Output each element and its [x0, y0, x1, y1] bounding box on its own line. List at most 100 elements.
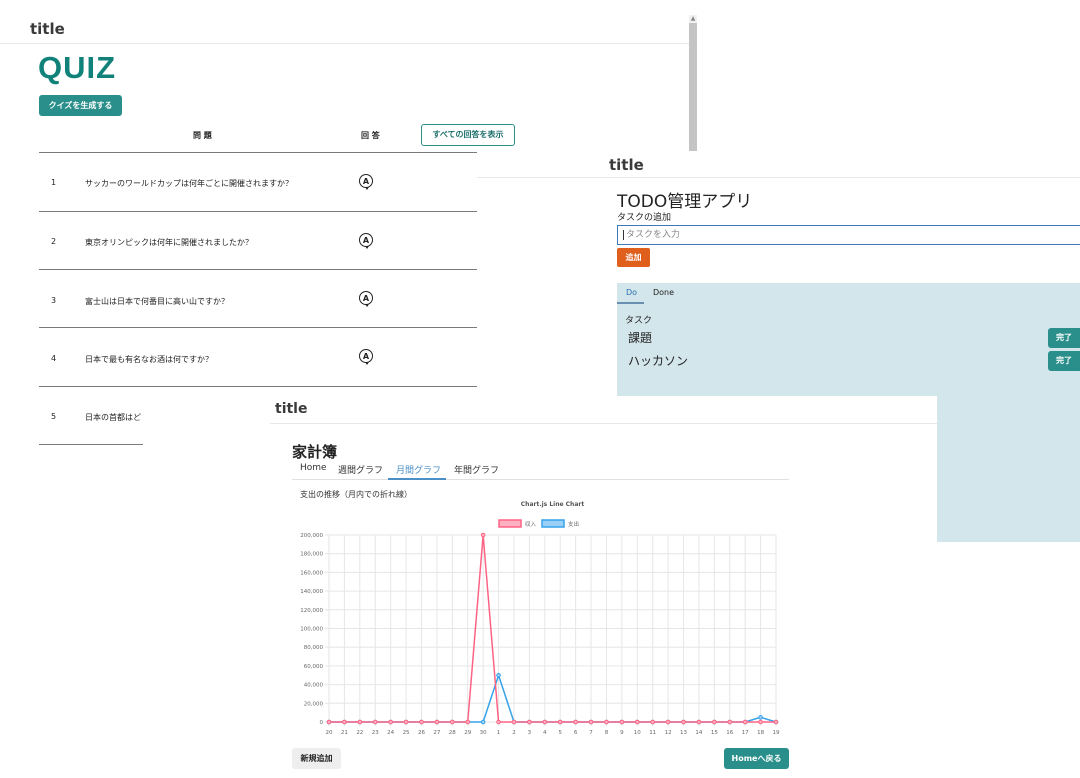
task-list-label: タスク [625, 316, 653, 326]
answer-icon[interactable]: A [359, 233, 373, 249]
x-tick-label: 20 [326, 730, 333, 736]
kakeibo-window: title 家計簿 Home 週間グラフ 月間グラフ 年間グラフ 支出の推移（月… [270, 396, 937, 778]
x-tick-label: 12 [665, 730, 672, 736]
answer-icon[interactable]: A [359, 291, 373, 307]
x-tick-label: 3 [528, 730, 532, 736]
nav-divider [292, 479, 789, 480]
nav-weekly-graph[interactable]: 週間グラフ [338, 463, 383, 476]
scrollbar-thumb[interactable] [689, 23, 697, 151]
header-divider [477, 177, 1080, 178]
y-tick-label: 180,000 [300, 552, 323, 558]
generate-quiz-button[interactable]: クイズを生成する [39, 95, 122, 116]
table-divider [39, 386, 477, 387]
y-tick-label: 140,000 [300, 589, 323, 595]
y-tick-label: 60,000 [304, 664, 324, 670]
task-panel [617, 283, 1080, 396]
answer-icon[interactable]: A [359, 349, 373, 365]
data-point-income [496, 719, 501, 725]
show-all-answers-button[interactable]: すべての回答を表示 [421, 124, 515, 146]
data-point-income [450, 719, 455, 725]
table-divider [39, 327, 477, 328]
y-tick-label: 20,000 [304, 701, 324, 707]
question-number: 4 [51, 354, 57, 363]
x-tick-label: 5 [558, 730, 562, 736]
x-tick-label: 6 [574, 730, 578, 736]
todo-window: title TODO管理アプリ タスクの追加 タスクを入力 追加 Do Done… [477, 151, 1080, 396]
data-point-income [619, 719, 625, 725]
scroll-up-arrow-icon[interactable]: ▲ [689, 15, 697, 23]
data-point-income [742, 719, 748, 725]
data-point-income [758, 719, 763, 725]
question-text: サッカーのワールドカップは何年ごとに開催されますか？ [85, 179, 293, 188]
x-tick-label: 13 [680, 730, 687, 736]
data-point-income [604, 719, 609, 725]
header-divider [270, 423, 937, 424]
data-point-income [480, 532, 486, 538]
legend-swatch [498, 519, 522, 528]
y-tick-label: 160,000 [300, 570, 323, 576]
nav-home[interactable]: Home [300, 463, 327, 473]
x-tick-label: 15 [711, 730, 718, 736]
data-point-income [650, 719, 655, 725]
y-tick-label: 100,000 [300, 627, 323, 633]
tab-done[interactable]: Done [653, 288, 674, 297]
answer-icon[interactable]: A [359, 174, 373, 190]
data-point-income [434, 719, 440, 725]
data-point-income [588, 719, 594, 725]
nav-monthly-graph[interactable]: 月間グラフ [396, 463, 441, 476]
data-point-income [696, 719, 702, 725]
header-divider [0, 43, 690, 44]
nav-yearly-graph[interactable]: 年間グラフ [454, 463, 499, 476]
question-text: 日本で最も有名なお酒は何ですか？ [85, 355, 213, 364]
data-point-income [665, 719, 671, 725]
x-tick-label: 25 [403, 730, 410, 736]
y-tick-label: 40,000 [304, 683, 324, 689]
data-point-income [573, 719, 578, 725]
question-text: 富士山は日本で何番目に高い山ですか？ [85, 297, 229, 306]
question-number: 3 [51, 296, 57, 305]
question-text: 東京オリンピックは何年に開催されましたか？ [85, 238, 253, 247]
x-tick-label: 24 [387, 730, 394, 736]
x-tick-label: 14 [695, 730, 702, 736]
y-tick-label: 0 [320, 720, 324, 726]
x-tick-label: 8 [605, 730, 609, 736]
page-title: QUIZ [38, 50, 117, 85]
x-tick-label: 18 [757, 730, 764, 736]
question-number: 1 [51, 178, 57, 187]
x-tick-label: 21 [341, 730, 348, 736]
data-point-expense [758, 715, 763, 720]
active-tab-indicator [617, 302, 644, 304]
column-header-answer: 回 答 [361, 131, 380, 140]
y-tick-label: 200,000 [300, 533, 323, 539]
column-header-question: 問 題 [193, 131, 212, 140]
data-point-income [727, 719, 733, 725]
add-task-button[interactable]: 追加 [617, 248, 650, 267]
table-divider [39, 444, 143, 445]
data-point-income [465, 719, 471, 725]
series-line-expense [329, 672, 777, 723]
x-tick-label: 29 [464, 730, 471, 736]
data-point-income [634, 719, 640, 725]
tab-do[interactable]: Do [626, 288, 637, 297]
complete-button[interactable]: 完了 [1048, 351, 1080, 371]
new-entry-button[interactable]: 新規追加 [292, 748, 341, 769]
x-tick-label: 1 [497, 730, 501, 736]
data-point-income [542, 719, 548, 725]
task-item: 課題 [628, 331, 653, 345]
data-point-income [712, 719, 717, 725]
app-title: title [275, 401, 308, 417]
data-point-income [681, 719, 686, 725]
x-tick-label: 28 [449, 730, 456, 736]
data-point-income [511, 719, 517, 725]
x-tick-label: 17 [742, 730, 749, 736]
complete-button[interactable]: 完了 [1048, 328, 1080, 348]
x-tick-label: 10 [634, 730, 641, 736]
task-item: ハッカソン [628, 354, 689, 368]
task-input[interactable]: タスクを入力 [617, 225, 1080, 245]
data-point-expense [480, 719, 486, 725]
page-title: 家計簿 [292, 443, 338, 461]
data-point-income [527, 719, 532, 725]
question-text: 日本の首都はど [85, 413, 141, 422]
back-home-button[interactable]: Homeへ戻る [724, 748, 789, 769]
data-point-income [326, 719, 332, 725]
